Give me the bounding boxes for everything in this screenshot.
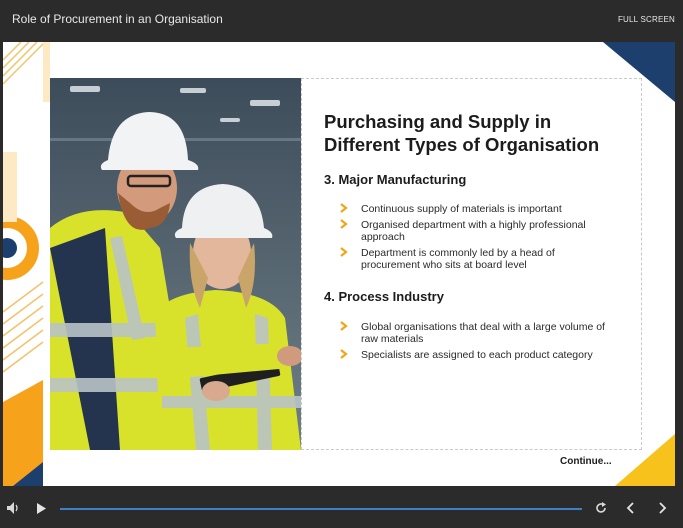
fullscreen-button[interactable]: FULL SCREEN (618, 15, 675, 24)
list-item: Specialists are assigned to each product… (339, 349, 634, 361)
continue-link[interactable]: Continue... (560, 456, 612, 467)
section-title-process-industry: 4. Process Industry (324, 289, 444, 304)
player-header: Role of Procurement in an Organisation F… (0, 0, 683, 40)
course-title: Role of Procurement in an Organisation (12, 12, 223, 26)
list-item: Department is commonly led by a head of … (339, 247, 634, 271)
list-item: Continuous supply of materials is import… (339, 203, 634, 215)
list-item: Global organisations that deal with a la… (339, 321, 634, 345)
slide-heading-line-1: Purchasing and Supply in (324, 111, 552, 132)
chevron-right-icon (340, 203, 348, 213)
replay-icon[interactable] (595, 502, 607, 514)
progress-fill (60, 508, 582, 510)
chevron-left-icon[interactable] (626, 502, 636, 514)
workers-photo (50, 78, 301, 450)
bullet-list-major-manufacturing: Continuous supply of materials is import… (339, 203, 634, 275)
bullet-text: Organised department with a highly profe… (361, 219, 586, 231)
play-icon[interactable] (37, 503, 47, 514)
chevron-right-icon (340, 219, 348, 229)
chevron-right-icon (340, 247, 348, 257)
progress-bar[interactable] (60, 508, 582, 510)
chevron-right-icon (340, 349, 348, 359)
bullet-text: Specialists are assigned to each product… (361, 349, 593, 361)
chevron-right-icon (340, 321, 348, 331)
slide: Purchasing and Supply in Different Types… (3, 42, 675, 486)
list-item: Organised department with a highly profe… (339, 219, 634, 243)
bullet-text: procurement who sits at board level (361, 259, 527, 271)
volume-icon[interactable] (7, 502, 20, 514)
bullet-list-process-industry: Global organisations that deal with a la… (339, 321, 634, 365)
slide-heading-line-2: Different Types of Organisation (324, 134, 600, 155)
chevron-right-icon[interactable] (657, 502, 667, 514)
bullet-text: Department is commonly led by a head of (361, 247, 555, 259)
slide-heading: Purchasing and Supply in Different Types… (324, 110, 634, 156)
bullet-text: raw materials (361, 333, 424, 345)
section-title-major-manufacturing: 3. Major Manufacturing (324, 172, 467, 187)
bullet-text: Continuous supply of materials is import… (361, 203, 562, 215)
bullet-text: Global organisations that deal with a la… (361, 321, 605, 333)
bullet-text: approach (361, 231, 405, 243)
player-controls (0, 488, 683, 528)
